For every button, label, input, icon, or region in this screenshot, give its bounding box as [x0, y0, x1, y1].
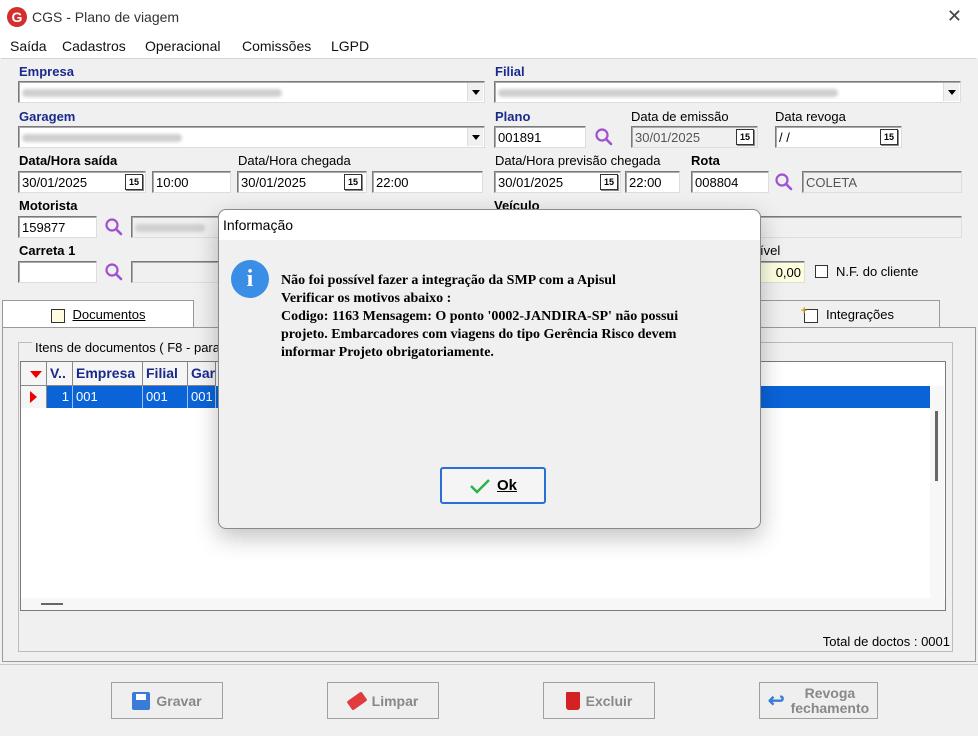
carreta-input[interactable]	[18, 261, 97, 283]
motorista-nome	[131, 216, 221, 238]
trash-icon	[565, 691, 580, 710]
search-plano-icon[interactable]	[594, 127, 614, 147]
rota-label: Rota	[691, 153, 720, 168]
menu-cadastros[interactable]: Cadastros	[62, 38, 126, 54]
menu-bar: Saída Cadastros Operacional Comissões LG…	[0, 34, 978, 58]
empresa-select[interactable]	[18, 81, 485, 103]
calendar-icon[interactable]: 15	[125, 174, 143, 190]
carreta-desc	[131, 261, 221, 283]
check-icon	[470, 478, 490, 494]
col-header[interactable]: Gar	[188, 362, 216, 386]
plano-label: Plano	[495, 109, 531, 124]
filial-select[interactable]	[494, 81, 961, 103]
col-header[interactable]: Empresa	[73, 362, 143, 386]
dialog-message: Não foi possível fazer a integração da S…	[281, 273, 679, 360]
data-chegada-label: Data/Hora chegada	[238, 153, 351, 168]
calendar-icon[interactable]: 15	[880, 129, 898, 145]
rota-input[interactable]: 008804	[691, 171, 769, 193]
window-title: CGS - Plano de viagem	[32, 9, 180, 25]
garagem-select[interactable]	[18, 126, 485, 148]
calendar-icon[interactable]: 15	[600, 174, 618, 190]
info-dialog: Informação i Não foi possível fazer a in…	[218, 209, 761, 529]
menu-operacional[interactable]: Operacional	[145, 38, 221, 54]
search-rota-icon[interactable]	[774, 172, 794, 192]
limpar-button[interactable]: Limpar	[327, 682, 439, 719]
info-icon: i	[231, 260, 269, 298]
eraser-icon	[346, 690, 368, 711]
vertical-scrollbar[interactable]	[930, 386, 944, 601]
close-icon[interactable]: ✕	[947, 6, 962, 27]
title-bar: G CGS - Plano de viagem ✕	[0, 0, 978, 34]
hora-saida-input[interactable]: 10:00	[152, 171, 231, 193]
veiculo-desc	[757, 216, 962, 238]
hora-chegada-input[interactable]: 22:00	[372, 171, 483, 193]
calendar-icon[interactable]: 15	[344, 174, 362, 190]
rota-desc: COLETA	[802, 171, 962, 193]
garagem-label: Garagem	[19, 109, 76, 124]
tab-integracoes[interactable]: + Integrações	[758, 300, 940, 328]
data-saida-label: Data/Hora saída	[19, 153, 118, 168]
save-icon	[132, 691, 151, 710]
integration-icon: +	[801, 305, 819, 323]
revoga-fechamento-button[interactable]: ↩ Revoga fechamento	[759, 682, 878, 719]
search-carreta-icon[interactable]	[104, 262, 124, 282]
motorista-input[interactable]: 159877	[18, 216, 97, 238]
col-header[interactable]: V..	[47, 362, 73, 386]
chevron-down-icon[interactable]	[943, 83, 959, 101]
items-group-label: Itens de documentos ( F8 - para	[32, 340, 223, 355]
horizontal-scrollbar[interactable]	[21, 598, 945, 610]
nf-cliente-label: N.F. do cliente	[836, 264, 919, 279]
chevron-down-icon[interactable]	[467, 83, 483, 101]
undo-arrow-icon: ↩	[767, 690, 785, 712]
data-emissao-label: Data de emissão	[631, 109, 729, 124]
plano-input[interactable]: 001891	[494, 126, 586, 148]
search-motorista-icon[interactable]	[104, 217, 124, 237]
valor-input[interactable]: 0,00	[757, 261, 805, 283]
app-logo-icon: G	[7, 7, 27, 27]
carreta-label: Carreta 1	[19, 243, 76, 258]
excluir-button[interactable]: Excluir	[543, 682, 655, 719]
row-indicator-icon	[21, 386, 47, 408]
col-header[interactable]: Filial	[143, 362, 188, 386]
tab-documentos[interactable]: Documentos	[2, 300, 194, 328]
filial-label: Filial	[495, 64, 525, 79]
nf-cliente-checkbox[interactable]	[815, 265, 828, 278]
hora-previsao-input[interactable]: 22:00	[625, 171, 680, 193]
empresa-label: Empresa	[19, 64, 74, 79]
gravar-button[interactable]: Gravar	[111, 682, 223, 719]
calendar-icon[interactable]: 15	[736, 129, 754, 145]
chevron-down-icon[interactable]	[467, 128, 483, 146]
data-previsao-label: Data/Hora previsão chegada	[495, 153, 661, 168]
partial-label: ível	[760, 243, 781, 258]
motorista-label: Motorista	[19, 198, 78, 213]
menu-saida[interactable]: Saída	[10, 38, 47, 54]
total-docs: Total de doctos : 0001	[822, 634, 950, 649]
menu-lgpd[interactable]: LGPD	[331, 38, 369, 54]
ok-button[interactable]: Ok	[440, 467, 546, 504]
sort-indicator-icon[interactable]	[21, 362, 47, 386]
menu-comissoes[interactable]: Comissões	[242, 38, 311, 54]
dialog-title: Informação	[219, 210, 760, 240]
data-revoga-label: Data revoga	[775, 109, 846, 124]
documents-icon	[50, 308, 65, 323]
